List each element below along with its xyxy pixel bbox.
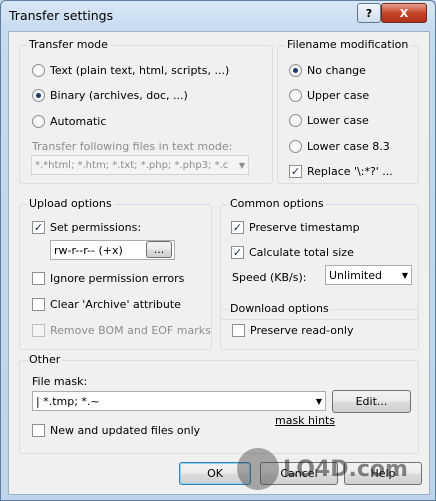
chevron-down-icon: ▼: [315, 396, 322, 406]
preserve-timestamp-checkbox[interactable]: ✓ Preserve timestamp: [231, 221, 360, 234]
preserve-read-only-checkbox[interactable]: Preserve read-only: [232, 324, 354, 337]
checkmark-icon: ✓: [231, 221, 244, 234]
automatic-mode-label: Automatic: [50, 115, 107, 128]
radio-selected-icon: [289, 64, 302, 77]
ok-button[interactable]: OK: [179, 462, 251, 485]
checkmark-icon: ✓: [231, 246, 244, 259]
transfer-settings-window: Transfer settings ? X Transfer mode Text…: [0, 0, 436, 501]
permissions-value: rw-r--r-- (+x): [54, 243, 123, 257]
ignore-permission-errors-checkbox[interactable]: Ignore permission errors: [32, 272, 184, 285]
ignore-permission-errors-label: Ignore permission errors: [50, 272, 185, 285]
set-permissions-checkbox[interactable]: ✓ Set permissions:: [32, 221, 141, 234]
checkbox-icon: [32, 272, 45, 285]
no-change-radio[interactable]: No change: [289, 64, 366, 77]
file-mask-value: | *.tmp; *.~: [36, 394, 100, 408]
checkbox-disabled-icon: [32, 324, 45, 337]
replace-label: Replace '\:*?' ...: [307, 165, 393, 178]
radio-icon: [289, 140, 302, 153]
transfer-mode-title: Transfer mode: [27, 38, 110, 51]
lower-case-83-label: Lower case 8.3: [307, 140, 390, 153]
speed-label: Speed (KB/s):: [232, 271, 307, 284]
checkbox-icon: [32, 298, 45, 311]
radio-icon: [289, 114, 302, 127]
lower-case-radio[interactable]: Lower case: [289, 114, 369, 127]
new-and-updated-checkbox[interactable]: New and updated files only: [32, 424, 200, 437]
replace-checkbox[interactable]: ✓ Replace '\:*?' ...: [289, 165, 393, 178]
other-group: Other File mask: | *.tmp; *.~ ▼ Edit... …: [19, 353, 419, 454]
no-change-label: No change: [307, 64, 366, 77]
dialog-body: Transfer mode Text (plain text, html, sc…: [8, 31, 430, 495]
radio-icon: [289, 89, 302, 102]
filename-modification-title: Filename modification: [285, 38, 411, 51]
help-button[interactable]: Help: [344, 462, 422, 485]
clear-archive-label: Clear 'Archive' attribute: [50, 298, 181, 311]
radio-icon: [32, 64, 45, 77]
title-bar: Transfer settings ? X: [1, 1, 435, 31]
calculate-total-size-checkbox[interactable]: ✓ Calculate total size: [231, 246, 354, 259]
permissions-browse-button[interactable]: ...: [146, 241, 172, 258]
upper-case-radio[interactable]: Upper case: [289, 89, 369, 102]
mask-hints-link[interactable]: mask hints: [275, 414, 335, 427]
filename-modification-group: Filename modification No change Upper ca…: [277, 38, 419, 184]
speed-combo[interactable]: Unlimited ▼: [325, 265, 412, 285]
edit-mask-button[interactable]: Edit...: [332, 390, 411, 413]
checkbox-icon: [32, 424, 45, 437]
binary-mode-radio[interactable]: Binary (archives, doc, ...): [32, 89, 188, 102]
remove-bom-label: Remove BOM and EOF marks: [50, 324, 211, 337]
set-permissions-label: Set permissions:: [50, 221, 142, 234]
text-mode-radio[interactable]: Text (plain text, html, scripts, ...): [32, 64, 229, 77]
new-and-updated-label: New and updated files only: [50, 424, 201, 437]
file-mask-combo[interactable]: | *.tmp; *.~ ▼: [32, 391, 326, 411]
checkmark-icon: ✓: [32, 221, 45, 234]
preserve-read-only-label: Preserve read-only: [250, 324, 354, 337]
upload-options-title: Upload options: [27, 197, 114, 210]
automatic-mode-radio[interactable]: Automatic: [32, 115, 106, 128]
text-mode-mask-value: *.*html; *.htm; *.txt; *.php; *.php3; *.…: [35, 159, 229, 171]
lower-case-83-radio[interactable]: Lower case 8.3: [289, 140, 390, 153]
common-options-title: Common options: [228, 197, 326, 210]
calculate-total-size-label: Calculate total size: [249, 246, 354, 259]
text-mode-files-label: Transfer following files in text mode:: [32, 140, 233, 153]
upper-case-label: Upper case: [307, 89, 370, 102]
other-title: Other: [27, 353, 63, 366]
text-mode-label: Text (plain text, html, scripts, ...): [50, 64, 230, 77]
help-title-button[interactable]: ?: [357, 3, 381, 23]
chevron-down-icon: ▼: [238, 160, 245, 170]
checkmark-icon: ✓: [289, 165, 302, 178]
radio-icon: [32, 115, 45, 128]
checkbox-icon: [232, 324, 245, 337]
upload-options-group: Upload options ✓ Set permissions: rw-r--…: [19, 197, 212, 350]
lower-case-label: Lower case: [307, 114, 369, 127]
transfer-mode-group: Transfer mode Text (plain text, html, sc…: [19, 38, 273, 184]
radio-selected-icon: [32, 89, 45, 102]
cancel-button[interactable]: Cancel: [260, 462, 338, 485]
speed-value: Unlimited: [329, 268, 382, 282]
close-button[interactable]: X: [381, 3, 427, 23]
download-options-group: Download options Preserve read-only: [220, 302, 419, 350]
window-title: Transfer settings: [9, 8, 114, 23]
clear-archive-checkbox[interactable]: Clear 'Archive' attribute: [32, 298, 181, 311]
remove-bom-checkbox[interactable]: Remove BOM and EOF marks: [32, 324, 211, 337]
file-mask-label: File mask:: [32, 375, 88, 388]
chevron-down-icon: ▼: [401, 270, 408, 280]
download-options-title: Download options: [228, 302, 331, 315]
binary-mode-label: Binary (archives, doc, ...): [50, 89, 188, 102]
preserve-timestamp-label: Preserve timestamp: [249, 221, 360, 234]
text-mode-mask-combo[interactable]: *.*html; *.htm; *.txt; *.php; *.php3; *.…: [31, 155, 249, 175]
